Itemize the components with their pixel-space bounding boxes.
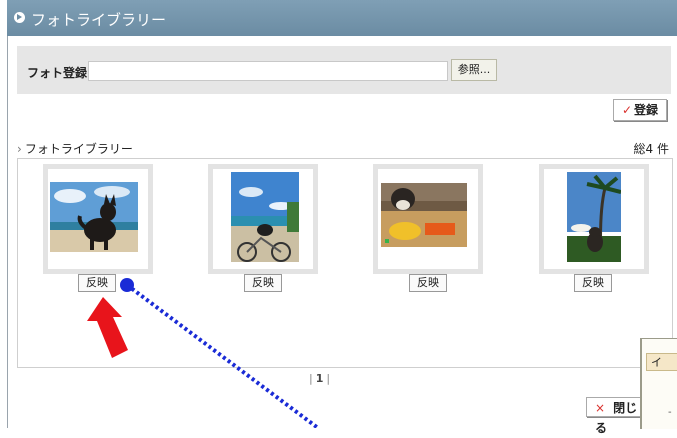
annotation-dotted-line <box>125 283 320 428</box>
annotation-red-arrow-icon <box>87 297 128 358</box>
annotation-dot <box>120 278 134 292</box>
annotation-layer <box>87 278 320 428</box>
